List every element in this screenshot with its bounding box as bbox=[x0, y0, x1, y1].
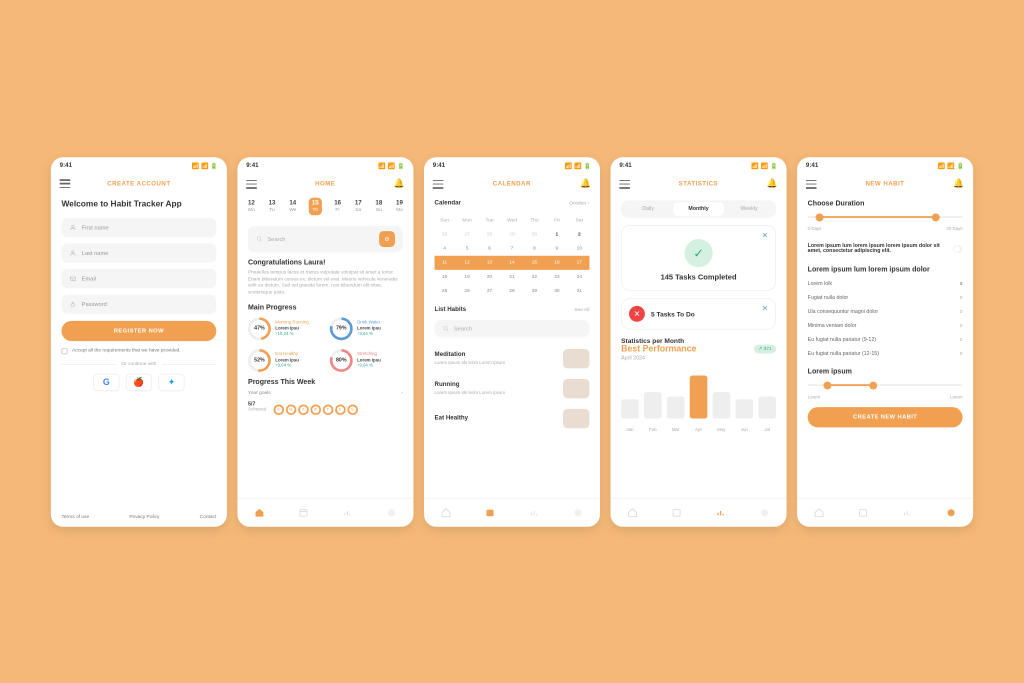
chevron-right-icon[interactable]: › bbox=[401, 390, 403, 395]
mail-icon bbox=[69, 275, 76, 282]
filter-button[interactable]: ⚙ bbox=[379, 231, 395, 247]
option-row[interactable]: Eu fugiat nulla pariatur (12-15)○ bbox=[808, 347, 963, 361]
option-row[interactable]: Ula consequuntur magni dolor○ bbox=[808, 305, 963, 319]
menu-icon[interactable] bbox=[60, 179, 71, 188]
stats-icon[interactable] bbox=[715, 507, 726, 518]
calendar-icon[interactable] bbox=[671, 507, 682, 518]
bell-icon[interactable]: 🔔 bbox=[953, 179, 964, 189]
congrats-heading: Congratulations Laura! bbox=[248, 258, 403, 266]
divider: Or continue with bbox=[61, 361, 216, 366]
first-name-input[interactable]: First name bbox=[61, 217, 216, 236]
menu-icon[interactable] bbox=[619, 179, 630, 188]
home-icon[interactable] bbox=[254, 507, 265, 518]
menu-icon[interactable] bbox=[806, 179, 817, 188]
progress-ring: 47% bbox=[248, 317, 271, 340]
screen-new-habit: 9:41📶 📶 🔋 NEW HABIT🔔 Choose Duration 0 D… bbox=[797, 157, 973, 527]
google-button[interactable]: G bbox=[93, 373, 119, 391]
status-bar: 9:41📶 📶 🔋 bbox=[51, 157, 227, 175]
home-icon[interactable] bbox=[814, 507, 825, 518]
tab-daily[interactable]: Daily bbox=[623, 202, 673, 216]
menu-icon[interactable] bbox=[246, 179, 257, 188]
todo-card: ✕ 5 Tasks To Do ✕ bbox=[621, 298, 776, 330]
tab-weekly[interactable]: Weekly bbox=[724, 202, 774, 216]
bottom-nav bbox=[237, 497, 413, 526]
user-icon bbox=[69, 249, 76, 256]
search-icon bbox=[442, 325, 449, 332]
range-slider[interactable] bbox=[808, 384, 963, 386]
close-icon[interactable]: ✕ bbox=[761, 231, 768, 241]
habit-item[interactable]: RunningLorem Ipsum Ids lerim Lorem Ipsum bbox=[435, 373, 590, 403]
bell-icon[interactable]: 🔔 bbox=[767, 179, 778, 189]
contact-link[interactable]: Contact bbox=[200, 514, 217, 519]
profile-icon[interactable] bbox=[946, 507, 957, 518]
search-input[interactable]: Search bbox=[435, 320, 590, 338]
register-button[interactable]: REGISTER NOW bbox=[61, 320, 216, 340]
calendar-icon[interactable] bbox=[485, 507, 496, 518]
see-all-link[interactable]: See All bbox=[574, 307, 589, 312]
close-icon[interactable]: ✕ bbox=[761, 304, 768, 314]
habit-item[interactable]: Eat Healthy bbox=[435, 403, 590, 433]
stats-bar-chart bbox=[621, 370, 776, 418]
user-icon bbox=[69, 224, 76, 231]
privacy-link[interactable]: Privacy Policy bbox=[129, 514, 159, 519]
welcome-heading: Welcome to Habit Tracker App bbox=[61, 199, 216, 209]
footer-links: Terms of use Privacy Policy Contact bbox=[51, 507, 227, 526]
accept-checkbox[interactable]: Accept all the requirements that we have… bbox=[61, 348, 216, 354]
day-selected[interactable]: 15Th bbox=[308, 197, 322, 215]
terms-link[interactable]: Terms of use bbox=[61, 514, 89, 519]
create-habit-button[interactable]: CREATE NEW HABIT bbox=[808, 407, 963, 427]
page-title: CREATE ACCOUNT bbox=[107, 180, 170, 186]
profile-icon[interactable] bbox=[759, 507, 770, 518]
last-name-input[interactable]: Last name bbox=[61, 243, 216, 262]
twitter-button[interactable]: ✦ bbox=[158, 373, 184, 391]
home-icon[interactable] bbox=[441, 507, 452, 518]
completed-card: ✕ ✓ 145 Tasks Completed bbox=[621, 224, 776, 290]
stats-icon[interactable] bbox=[529, 507, 540, 518]
password-input[interactable]: Password bbox=[61, 294, 216, 313]
toggle[interactable] bbox=[953, 244, 962, 252]
bell-icon[interactable]: 🔔 bbox=[580, 179, 591, 189]
habit-item[interactable]: MeditationLorem Ipsum Ids lerim Lorem Ip… bbox=[435, 343, 590, 373]
home-icon[interactable] bbox=[627, 507, 638, 518]
period-tabs: Daily Monthly Weekly bbox=[621, 200, 776, 218]
screen-home: 9:41📶 📶 🔋 HOME🔔 12Mo 13Tu 14We 15Th 16Fr… bbox=[237, 157, 413, 527]
menu-icon[interactable] bbox=[433, 179, 444, 188]
stats-icon[interactable] bbox=[902, 507, 913, 518]
email-input[interactable]: Email bbox=[61, 268, 216, 287]
option-row[interactable]: Eu fugiat nulla pariatur (9-12)○ bbox=[808, 333, 963, 347]
search-input[interactable]: Search⚙ bbox=[248, 225, 403, 251]
congrats-text: Phasellus tempus lacus et metus vulputat… bbox=[248, 269, 403, 296]
search-icon bbox=[256, 235, 263, 242]
trend-badge: ↗ 371 bbox=[754, 344, 776, 353]
option-row[interactable]: Fugiat nulla dolor○ bbox=[808, 290, 963, 304]
apple-button[interactable]: 🍎 bbox=[126, 373, 152, 391]
profile-icon[interactable] bbox=[386, 507, 397, 518]
profile-icon[interactable] bbox=[573, 507, 584, 518]
calendar-icon[interactable] bbox=[298, 507, 309, 518]
duration-slider[interactable] bbox=[808, 216, 963, 218]
check-icon: ✓ bbox=[684, 239, 712, 267]
bell-icon[interactable]: 🔔 bbox=[394, 179, 405, 189]
lock-icon bbox=[69, 300, 76, 307]
x-icon: ✕ bbox=[629, 305, 645, 321]
screen-calendar: 9:41📶 📶 🔋 CALENDAR🔔 CalendarOctober › Su… bbox=[424, 157, 600, 527]
habit-image bbox=[563, 349, 589, 368]
calendar-icon[interactable] bbox=[858, 507, 869, 518]
calendar-week-selected[interactable]: 11121314151617 bbox=[435, 255, 590, 269]
option-row[interactable]: Minima veniam dolor○ bbox=[808, 319, 963, 333]
option-row[interactable]: Lorem lolkx bbox=[808, 276, 963, 290]
screen-statistics: 9:41📶 📶 🔋 STATISTICS🔔 Daily Monthly Week… bbox=[611, 157, 787, 527]
screen-create-account: 9:41📶 📶 🔋 CREATE ACCOUNT Welcome to Habi… bbox=[51, 157, 227, 527]
tab-monthly[interactable]: Monthly bbox=[673, 202, 723, 216]
stats-icon[interactable] bbox=[342, 507, 353, 518]
